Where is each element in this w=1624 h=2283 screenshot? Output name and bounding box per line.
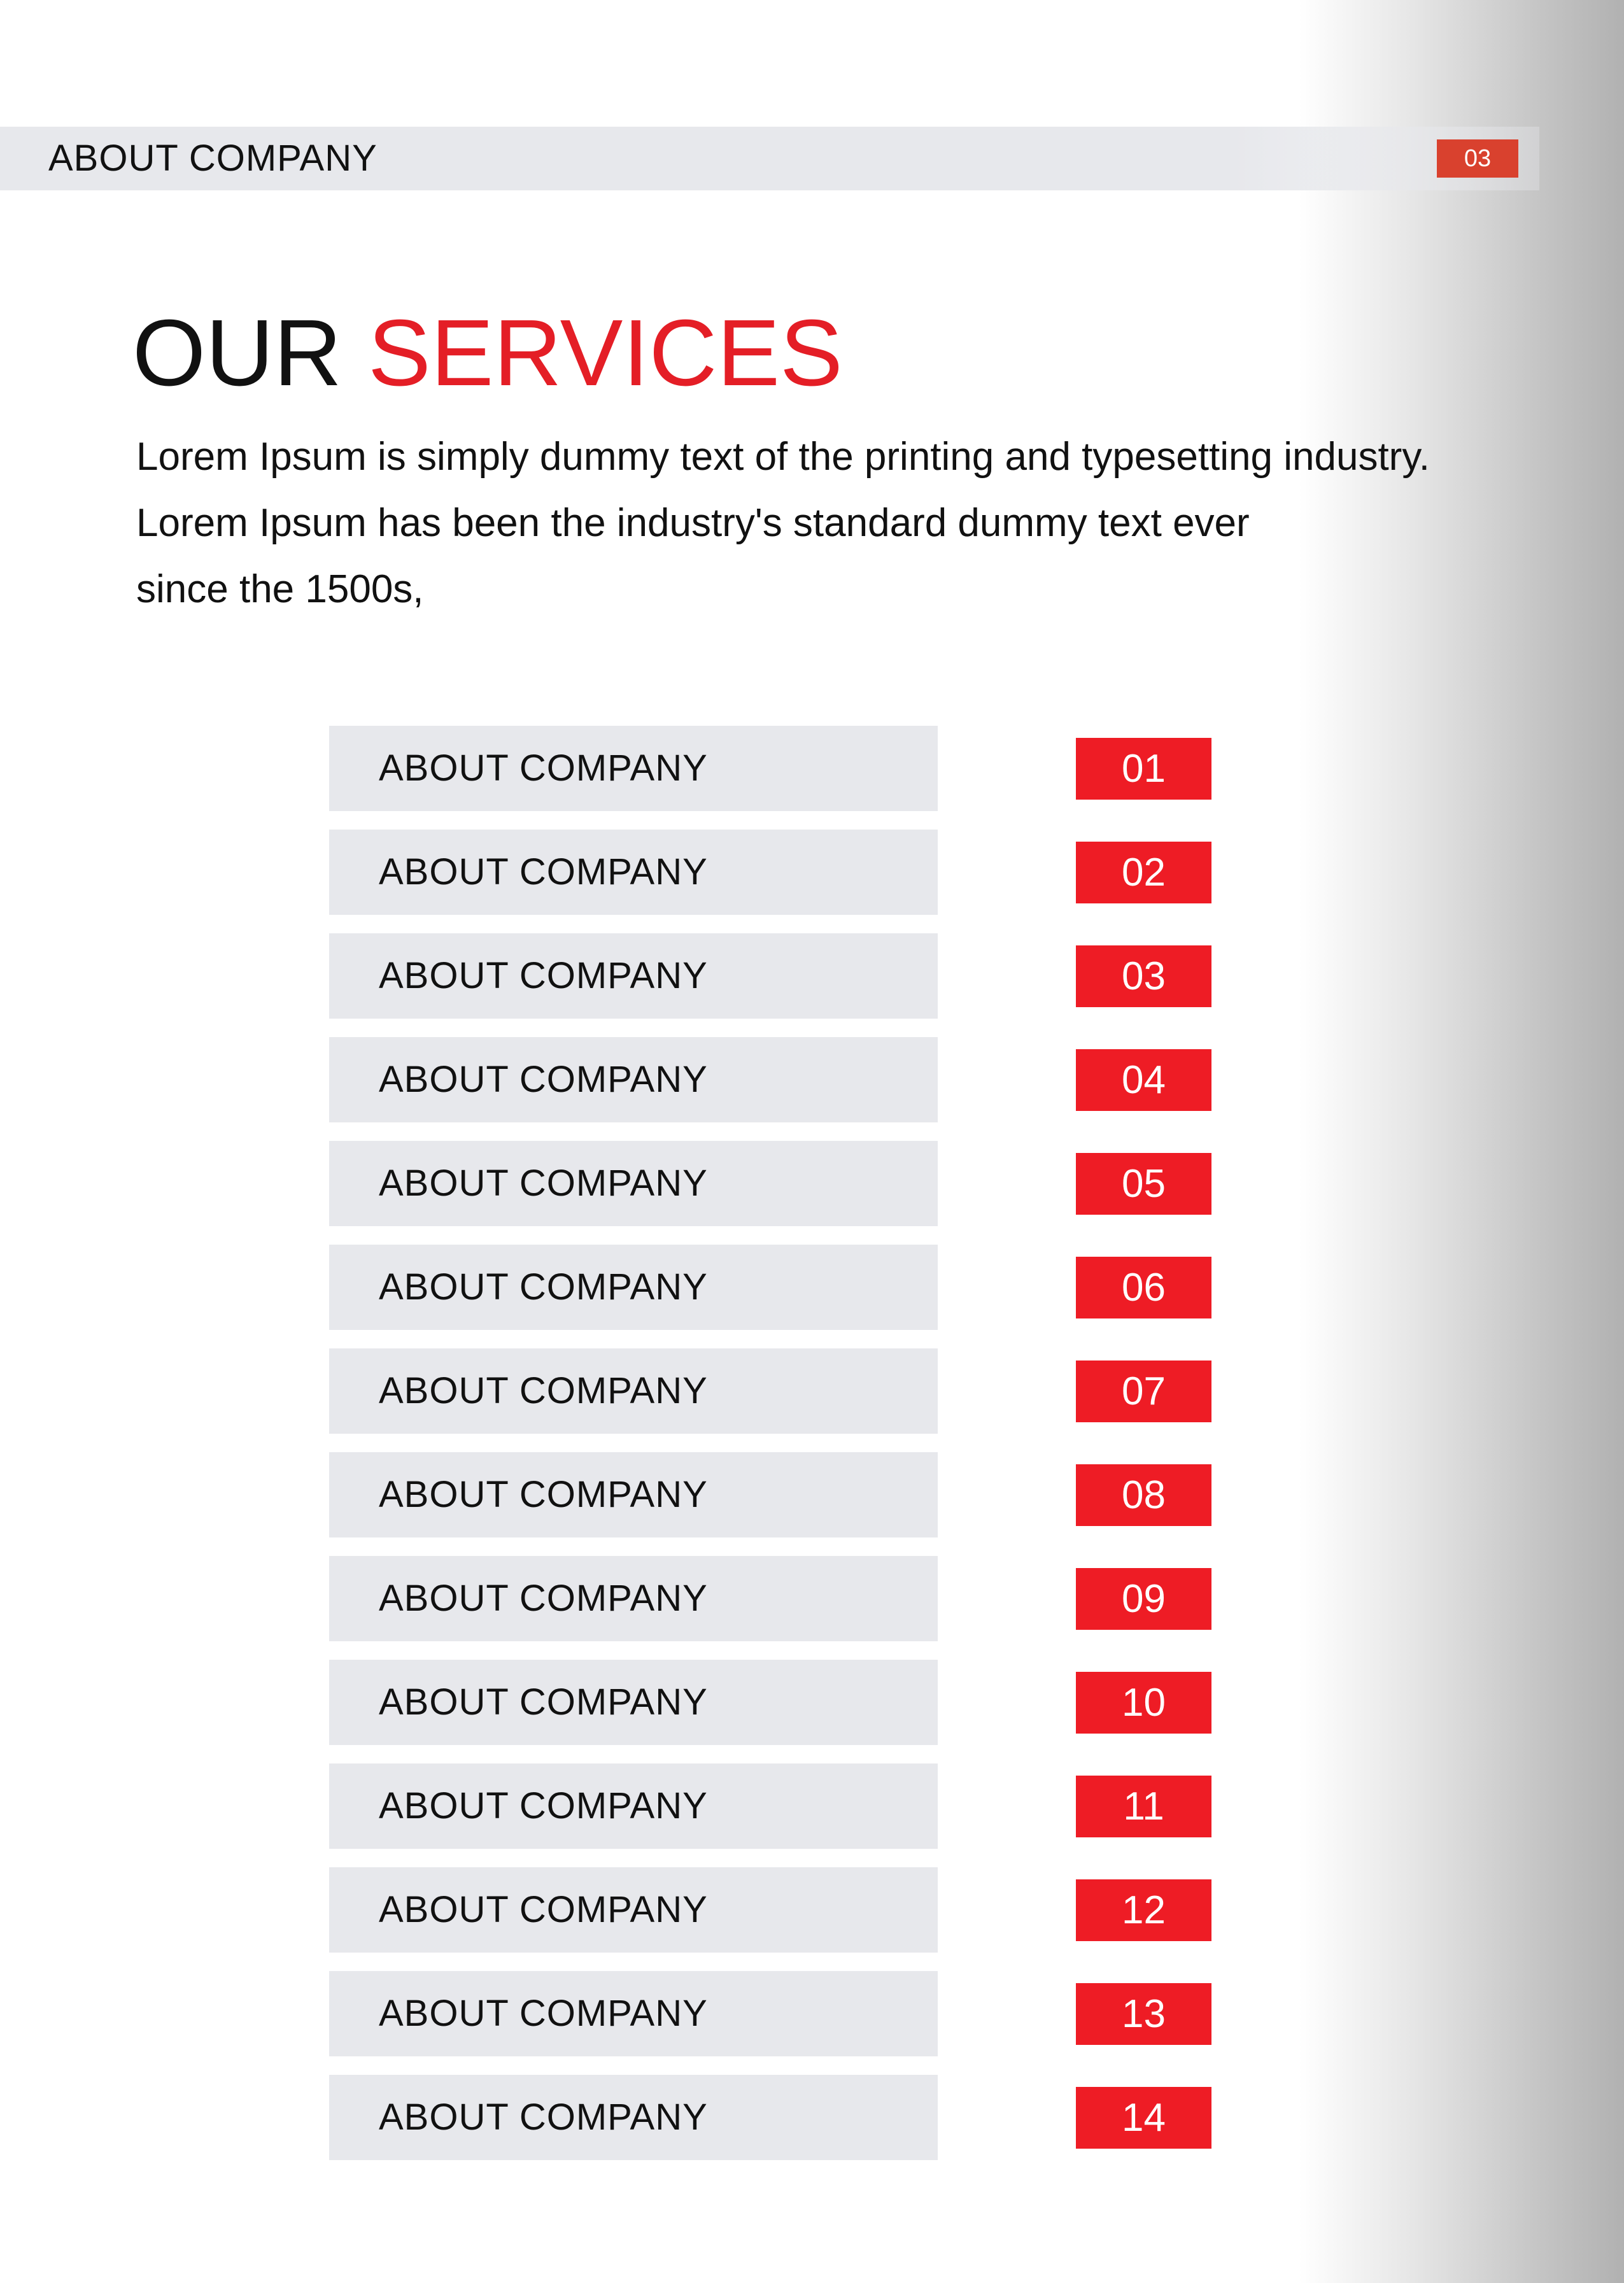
service-label: ABOUT COMPANY [329, 830, 938, 915]
service-label: ABOUT COMPANY [329, 1348, 938, 1434]
service-row: ABOUT COMPANY 11 [329, 1763, 1257, 1849]
service-row: ABOUT COMPANY 01 [329, 726, 1257, 811]
service-number-badge: 12 [1076, 1879, 1211, 1941]
service-label: ABOUT COMPANY [329, 1037, 938, 1122]
service-label: ABOUT COMPANY [329, 1141, 938, 1226]
service-label: ABOUT COMPANY [329, 726, 938, 811]
page-title-part2: SERVICES [368, 300, 843, 406]
service-number-badge: 10 [1076, 1672, 1211, 1734]
service-number-badge: 09 [1076, 1568, 1211, 1630]
service-number-badge: 08 [1076, 1464, 1211, 1526]
service-label: ABOUT COMPANY [329, 933, 938, 1019]
service-number-badge: 13 [1076, 1983, 1211, 2045]
service-number-badge: 11 [1076, 1776, 1211, 1837]
service-row: ABOUT COMPANY 07 [329, 1348, 1257, 1434]
service-number-badge: 14 [1076, 2087, 1211, 2149]
header-bar: ABOUT COMPANY 03 [0, 127, 1539, 190]
page-title-part1: OUR [132, 300, 342, 406]
intro-paragraph: Lorem Ipsum is simply dummy text of the … [136, 424, 1600, 623]
intro-line: Lorem Ipsum has been the industry's stan… [136, 501, 1250, 545]
service-row: ABOUT COMPANY 03 [329, 933, 1257, 1019]
service-number-badge: 01 [1076, 738, 1211, 800]
header-title: ABOUT COMPANY [48, 138, 378, 179]
intro-line: Lorem Ipsum is simply dummy text of the … [136, 435, 1430, 479]
service-label: ABOUT COMPANY [329, 1245, 938, 1330]
service-label: ABOUT COMPANY [329, 1971, 938, 2056]
service-label: ABOUT COMPANY [329, 1763, 938, 1849]
service-number-badge: 07 [1076, 1361, 1211, 1422]
service-label: ABOUT COMPANY [329, 1452, 938, 1537]
service-number-badge: 05 [1076, 1153, 1211, 1215]
service-row: ABOUT COMPANY 02 [329, 830, 1257, 915]
page-title: OUR SERVICES [132, 299, 843, 407]
service-number-badge: 02 [1076, 842, 1211, 903]
service-number-badge: 03 [1076, 945, 1211, 1007]
service-row: ABOUT COMPANY 04 [329, 1037, 1257, 1122]
service-number-badge: 06 [1076, 1257, 1211, 1318]
page-side-shading [1299, 0, 1624, 2283]
service-label: ABOUT COMPANY [329, 1556, 938, 1641]
service-row: ABOUT COMPANY 14 [329, 2075, 1257, 2160]
service-row: ABOUT COMPANY 13 [329, 1971, 1257, 2056]
page-number-badge: 03 [1437, 139, 1518, 178]
service-row: ABOUT COMPANY 09 [329, 1556, 1257, 1641]
service-row: ABOUT COMPANY 08 [329, 1452, 1257, 1537]
service-label: ABOUT COMPANY [329, 1867, 938, 1953]
service-label: ABOUT COMPANY [329, 2075, 938, 2160]
service-label: ABOUT COMPANY [329, 1660, 938, 1745]
service-row: ABOUT COMPANY 05 [329, 1141, 1257, 1226]
service-row: ABOUT COMPANY 06 [329, 1245, 1257, 1330]
service-row: ABOUT COMPANY 12 [329, 1867, 1257, 1953]
service-row: ABOUT COMPANY 10 [329, 1660, 1257, 1745]
intro-line: since the 1500s, [136, 567, 424, 611]
service-number-badge: 04 [1076, 1049, 1211, 1111]
